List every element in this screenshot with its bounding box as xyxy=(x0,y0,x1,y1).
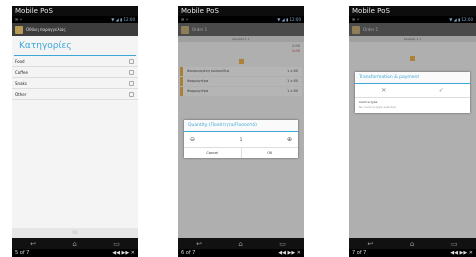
category-item[interactable]: Food xyxy=(12,56,138,67)
android-nav-bar: ↩ ⌂ ▭ xyxy=(12,238,138,249)
window-title: Mobile PoS xyxy=(15,7,53,15)
dialog-title: Quantity (Ποσότητα/Ποσοστό) xyxy=(184,120,298,132)
phone-screen-quantity: Mobile PoS ✉ ⚡ ▼ ◢ ▮ 12:00 Order 1 Καμάδα… xyxy=(178,6,304,257)
cancel-button[interactable]: Cancel xyxy=(184,148,241,158)
window-title: Mobile PoS xyxy=(352,7,390,15)
payment-dialog: Transformation & payment ✕ ✓ Invoice typ… xyxy=(355,72,470,113)
app-bar-title: Οθόνη παραγγελίας xyxy=(26,27,66,32)
close-icon[interactable]: ✕ xyxy=(381,87,386,94)
page-footer: 6 of 7 ◀◀ ▶▶ ✕ xyxy=(178,249,304,257)
status-bar: ✉ ⚡ ▼ ◢ ▮ 12:00 xyxy=(178,16,304,23)
back-icon[interactable]: ↩ xyxy=(367,240,373,248)
checkbox[interactable] xyxy=(129,70,134,75)
window-title: Mobile PoS xyxy=(181,7,219,15)
category-item[interactable]: Coffee xyxy=(12,67,138,78)
ok-button[interactable]: OK xyxy=(12,228,138,238)
invoice-type-select[interactable]: No invoice type selected xyxy=(355,104,470,113)
plus-icon[interactable]: ⊕ xyxy=(287,136,292,143)
modal-overlay xyxy=(349,23,476,238)
app-content: Order 1 Καμάδα 1 1 0.00 0.00 Φουρνισμένη… xyxy=(178,23,304,238)
ok-button[interactable]: OK xyxy=(240,148,299,158)
minus-icon[interactable]: ⊖ xyxy=(190,136,195,143)
app-content: Οθόνη παραγγελίας Κατηγορίες Food Coffee… xyxy=(12,23,138,238)
category-item[interactable]: Snaks xyxy=(12,78,138,89)
recents-icon[interactable]: ▭ xyxy=(113,240,120,248)
phone-screen-categories: Mobile PoS ✉ ⚡ ▼ ◢ ▮ 12:00 Οθόνη παραγγελ… xyxy=(12,6,138,257)
phone-screen-payment: Mobile PoS ✉ ⚡ ▼ ◢ ▮ 12:00 Order 1 Καμάδα… xyxy=(349,6,476,257)
footer-controls[interactable]: ◀◀ ▶▶ ✕ xyxy=(112,249,135,257)
app-content: Order 1 Καμάδα 1 1 Transformation & paym… xyxy=(349,23,476,238)
quantity-stepper: ⊖ 1 ⊕ xyxy=(184,132,298,147)
app-icon xyxy=(15,25,23,34)
page-footer: 5 of 7 ◀◀ ▶▶ ✕ xyxy=(12,249,138,257)
check-icon[interactable]: ✓ xyxy=(439,87,444,94)
status-bar: ✉ ⚡ ▼ ◢ ▮ 12:00 xyxy=(12,16,138,23)
quantity-value[interactable]: 1 xyxy=(240,137,243,142)
back-icon[interactable]: ↩ xyxy=(30,240,36,248)
app-bar: Οθόνη παραγγελίας xyxy=(12,23,138,36)
status-bar: ✉ ⚡ ▼ ◢ ▮ 12:00 xyxy=(349,16,476,23)
back-icon[interactable]: ↩ xyxy=(196,240,202,248)
categories-heading: Κατηγορίες xyxy=(14,36,136,56)
footer-controls[interactable]: ◀◀ ▶▶ ✕ xyxy=(278,249,301,257)
home-icon[interactable]: ⌂ xyxy=(410,240,414,248)
android-nav-bar: ↩ ⌂ ▭ xyxy=(349,238,476,249)
android-nav-bar: ↩ ⌂ ▭ xyxy=(178,238,304,249)
page-footer: 7 of 7 ◀◀ ▶▶ ✕ xyxy=(349,249,476,257)
dialog-title: Transformation & payment xyxy=(355,72,470,84)
recents-icon[interactable]: ▭ xyxy=(451,240,458,248)
checkbox[interactable] xyxy=(129,81,134,86)
recents-icon[interactable]: ▭ xyxy=(279,240,286,248)
category-item[interactable]: Other xyxy=(12,89,138,100)
checkbox[interactable] xyxy=(129,92,134,97)
footer-controls[interactable]: ◀◀ ▶▶ ✕ xyxy=(450,249,473,257)
quantity-dialog: Quantity (Ποσότητα/Ποσοστό) ⊖ 1 ⊕ Cancel… xyxy=(184,120,298,158)
home-icon[interactable]: ⌂ xyxy=(72,240,76,248)
checkbox[interactable] xyxy=(129,59,134,64)
home-icon[interactable]: ⌂ xyxy=(238,240,242,248)
